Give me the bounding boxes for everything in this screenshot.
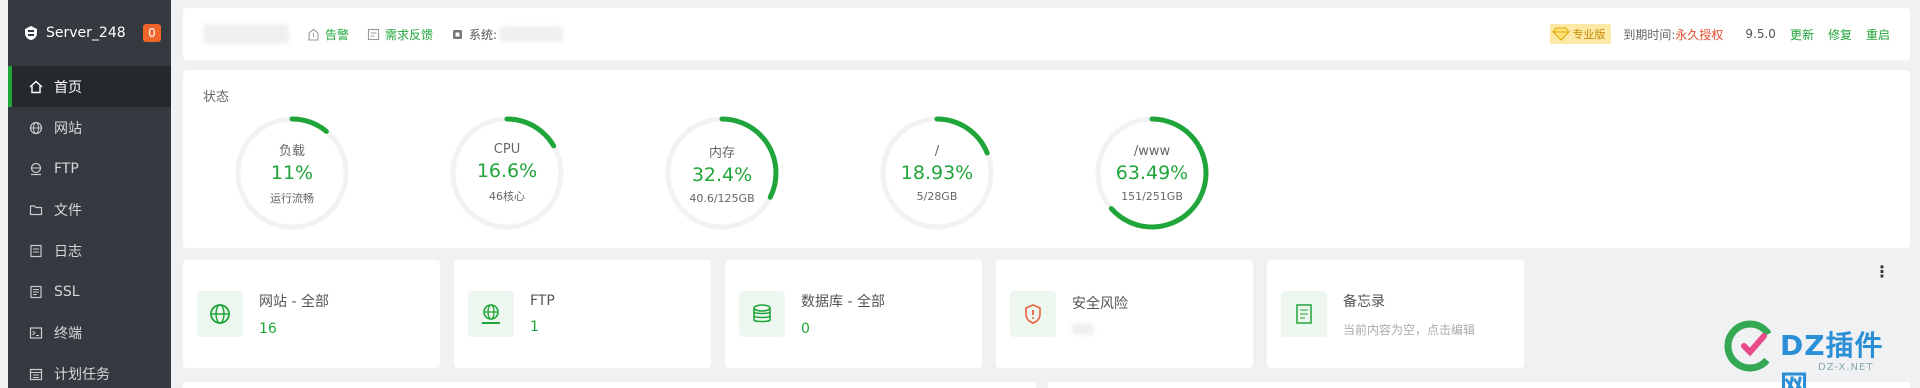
alert-label: 告警 [325,27,350,42]
watermark-brand: DZ插件网 [1780,329,1884,388]
gauge-value: 18.93% [900,161,974,184]
pro-label: 专业版 [1572,28,1606,41]
memo-hint[interactable]: 当前内容为空，点击编辑 [1343,321,1475,338]
server-logo-icon [22,24,40,42]
gauge-sub: 40.6/125GB [689,191,755,205]
feedback-link[interactable]: 需求反馈 [367,26,433,43]
sidebar-item-files[interactable]: 文件 [8,189,171,230]
ftp-card[interactable]: FTP 1 [454,260,711,368]
gauge-sub: 运行流畅 [270,192,314,205]
server-name: Server_248 [46,25,126,41]
sidebar-item-label: 首页 [54,79,82,96]
expire-value: 永久授权 [1675,27,1724,42]
home-icon [28,79,44,95]
card-value[interactable]: 1 [530,319,555,335]
repair-button[interactable]: 修复 [1828,26,1852,43]
card-title: 网站 - 全部 [259,294,329,310]
sidebar-item-label: 日志 [54,243,82,260]
ftp-icon [468,291,514,337]
server-header[interactable]: Server_248 0 [8,0,171,66]
sidebar: Server_248 0 首页 网站 FTP 文件 日志 SSL 终端 计划任务 [8,0,171,388]
version-label: 9.5.0 [1745,27,1776,41]
globe-icon [28,120,44,136]
status-panel: 状态 负载 11% 运行流畅 CPU 16.6% 46核心 内存 32.4% 4… [183,70,1910,248]
gauge-sub: 151/251GB [1121,189,1183,203]
sidebar-item-ssl[interactable]: SSL [8,271,171,312]
gauge-value: 16.6% [476,160,538,182]
redacted-risk-value [1072,323,1094,335]
cpu-gauge[interactable]: CPU 16.6% 46核心 [448,114,566,232]
system-icon [451,27,465,41]
watermark: DZ插件网 DZ-X.NET [1722,318,1912,388]
redacted-system [499,26,564,42]
schedule-icon [28,366,44,382]
status-title: 状态 [203,90,230,105]
more-options-icon[interactable]: ⋮ [1874,262,1890,282]
www-disk-gauge[interactable]: /www 63.49% 151/251GB [1093,114,1211,232]
gauge-label: 负载 [278,144,305,159]
database-icon [739,291,785,337]
sidebar-item-home[interactable]: 首页 [8,66,171,107]
globe-icon [197,291,243,337]
feedback-label: 需求反馈 [385,27,434,42]
pro-badge[interactable]: 专业版 [1550,24,1612,44]
sidebar-item-terminal[interactable]: 终端 [8,312,171,353]
watermark-logo-icon [1724,320,1776,372]
sidebar-item-schedule[interactable]: 计划任务 [8,353,171,388]
memory-gauge[interactable]: 内存 32.4% 40.6/125GB [663,114,781,232]
sidebar-item-label: 计划任务 [54,366,110,383]
folder-icon [28,202,44,218]
top-bar: 告警 需求反馈 系统: 专业版 到期时间: 永久授权 9.5.0 更新 修复 重… [183,8,1910,60]
alert-count-badge[interactable]: 0 [143,24,161,42]
watermark-url: DZ-X.NET [1818,362,1874,373]
restart-button[interactable]: 重启 [1866,26,1890,43]
sidebar-item-ftp[interactable]: FTP [8,148,171,189]
gauge-label: 内存 [708,145,735,161]
redacted-ip [203,24,289,44]
gauge-label: / [934,143,940,159]
load-gauge[interactable]: 负载 11% 运行流畅 [233,114,351,232]
sidebar-item-label: 网站 [54,120,82,137]
terminal-icon [28,325,44,341]
card-value[interactable]: 0 [801,321,885,337]
alert-link[interactable]: 告警 [307,26,349,43]
sidebar-item-label: 终端 [54,325,82,342]
sidebar-item-website[interactable]: 网站 [8,107,171,148]
ssl-icon [28,284,44,300]
memo-card[interactable]: 备忘录 当前内容为空，点击编辑 [1267,260,1524,368]
system-label: 系统: [469,27,498,42]
log-icon [28,243,44,259]
alert-icon [307,27,321,41]
database-card[interactable]: 数据库 - 全部 0 [725,260,982,368]
root-disk-gauge[interactable]: / 18.93% 5/28GB [878,114,996,232]
sidebar-item-label: 文件 [54,202,82,219]
sidebar-item-label: SSL [54,283,80,300]
gauge-value: 32.4% [691,163,753,186]
card-title: 备忘录 [1343,293,1385,310]
expire-label: 到期时间: [1623,27,1676,42]
card-title: 数据库 - 全部 [801,294,885,310]
gauge-value: 63.49% [1115,161,1189,184]
diamond-icon [1552,26,1571,42]
sidebar-item-logs[interactable]: 日志 [8,230,171,271]
gauge-sub: 5/28GB [916,189,958,203]
card-title: 安全风险 [1072,296,1128,312]
card-value[interactable]: 16 [259,321,329,337]
update-button[interactable]: 更新 [1790,26,1814,43]
security-risk-card[interactable]: 安全风险 [996,260,1253,368]
shield-alert-icon [1010,291,1056,337]
gauge-label: CPU [493,142,521,157]
websites-card[interactable]: 网站 - 全部 16 [183,260,440,368]
card-title: FTP [530,293,555,309]
gauge-sub: 46核心 [489,190,525,203]
memo-icon [1281,291,1327,337]
gauge-label: /www [1133,143,1171,159]
gauge-value: 11% [270,162,314,184]
ftp-icon [28,161,44,177]
sidebar-item-label: FTP [54,160,79,177]
next-panel-left [183,382,1036,388]
system-info: 系统: [451,26,564,43]
topbar-right: 专业版 到期时间: 永久授权 9.5.0 更新 修复 重启 [1550,24,1890,44]
feedback-icon [367,27,381,41]
